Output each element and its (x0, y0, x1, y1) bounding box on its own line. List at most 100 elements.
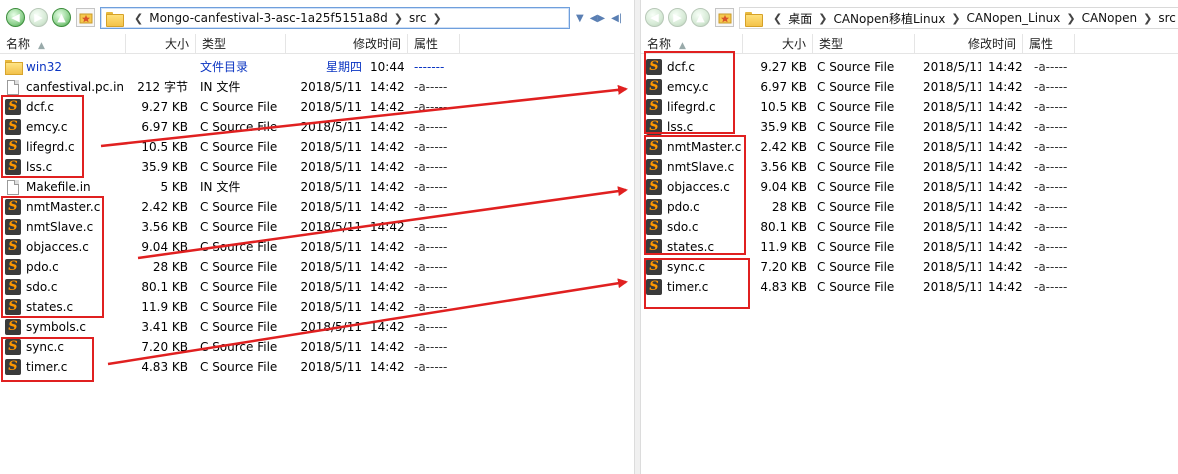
column-header-attributes[interactable]: 属性 (408, 34, 460, 54)
column-header-type[interactable]: 类型 (813, 34, 915, 54)
file-name-cell[interactable]: dcf.c (646, 57, 742, 77)
file-name-cell[interactable]: lss.c (646, 117, 742, 137)
back-button[interactable]: ◀ (645, 8, 664, 27)
file-row[interactable]: sync.c 7.20 KB C Source File 2018/5/11 14:42… (0, 337, 634, 357)
file-name-cell[interactable]: pdo.c (646, 197, 742, 217)
left-address-bar[interactable]: ❮ Mongo-canfestival-3-asc-1a25f5151a8d ❯… (100, 7, 570, 29)
file-row[interactable]: states.c 11.9 KB C Source File 2018/5/11 14:… (641, 237, 1178, 257)
column-header-type[interactable]: 类型 (196, 34, 286, 54)
file-name-cell[interactable]: lss.c (5, 157, 125, 177)
file-row[interactable]: canfestival.pc.in 212 字节 IN 文件 2018/5/11 14:… (0, 77, 634, 97)
pane-splitter[interactable] (634, 0, 641, 474)
file-row[interactable]: states.c 11.9 KB C Source File 2018/5/11 14:… (0, 297, 634, 317)
forward-button[interactable]: ▶ (668, 8, 687, 27)
file-name-cell[interactable]: sdo.c (646, 217, 742, 237)
file-row[interactable]: Makefile.in 5 KB IN 文件 2018/5/11 14:42 -a----… (0, 177, 634, 197)
swap-panes-icon[interactable]: ◀▶ (590, 13, 605, 24)
file-row[interactable]: pdo.c 28 KB C Source File 2018/5/11 14:42 -a-… (0, 257, 634, 277)
file-attributes: ------- (414, 60, 445, 74)
file-row[interactable]: dcf.c 9.27 KB C Source File 2018/5/11 14:42-… (641, 57, 1178, 77)
column-header-modified[interactable]: 修改时间 (915, 34, 1023, 54)
file-attributes: -a----- (414, 360, 448, 374)
column-header-name[interactable]: 名称 ▲ (641, 34, 743, 54)
column-header-modified[interactable]: 修改时间 (286, 34, 408, 54)
file-row[interactable]: objacces.c 9.04 KB C Source File 2018/5/11 1… (641, 177, 1178, 197)
modified-date: 2018/5/11 (923, 240, 981, 254)
column-header-attributes[interactable]: 属性 (1023, 34, 1075, 54)
file-name-cell[interactable]: symbols.c (5, 317, 125, 337)
file-row[interactable]: nmtMaster.c 2.42 KB C Source File 2018/5/11… (641, 137, 1178, 157)
breadcrumb-item[interactable]: 桌面 (788, 10, 812, 27)
file-name-cell[interactable]: lifegrd.c (646, 97, 742, 117)
breadcrumb-item[interactable]: src (1158, 11, 1176, 25)
file-name-cell[interactable]: states.c (646, 237, 742, 257)
file-size: 6.97 KB (141, 120, 188, 134)
file-row[interactable]: win32 文件目录 星期四 10:44 ------- (0, 57, 634, 77)
breadcrumb-item[interactable]: CANopen_Linux (967, 11, 1061, 25)
file-name-cell[interactable]: emcy.c (5, 117, 125, 137)
file-row[interactable]: emcy.c 6.97 KB C Source File 2018/5/11 14:42… (641, 77, 1178, 97)
file-name-cell[interactable]: lifegrd.c (5, 137, 125, 157)
right-address-bar[interactable]: ❮ 桌面 ❯ CANopen移植Linux ❯ CANopen_Linux ❯ … (739, 7, 1178, 29)
up-button[interactable]: ▲ (691, 8, 710, 27)
file-type: C Source File (817, 260, 895, 274)
file-name-cell[interactable]: objacces.c (646, 177, 742, 197)
file-row[interactable]: timer.c 4.83 KB C Source File 2018/5/11 14:4… (641, 277, 1178, 297)
file-row[interactable]: emcy.c 6.97 KB C Source File 2018/5/11 14:42… (0, 117, 634, 137)
file-name-cell[interactable]: Makefile.in (5, 177, 125, 197)
file-name-cell[interactable]: states.c (5, 297, 125, 317)
modified-date: 2018/5/11 (923, 160, 981, 174)
file-name-cell[interactable]: nmtSlave.c (646, 157, 742, 177)
file-name-cell[interactable]: timer.c (5, 357, 125, 377)
file-row[interactable]: lss.c 35.9 KB C Source File 2018/5/11 14:42-… (641, 117, 1178, 137)
column-header-size[interactable]: 大小 (126, 34, 196, 54)
file-name-cell[interactable]: sync.c (646, 257, 742, 277)
sync-pane-icon[interactable]: ◀| (611, 13, 622, 24)
breadcrumb-item[interactable]: CANopen移植Linux (833, 10, 945, 27)
file-row[interactable]: lifegrd.c 10.5 KB C Source File 2018/5/11 14… (0, 137, 634, 157)
breadcrumb-item[interactable]: src (409, 11, 427, 25)
file-row[interactable]: nmtSlave.c 3.56 KB C Source File 2018/5/11 1… (641, 157, 1178, 177)
file-name-cell[interactable]: nmtMaster.c (5, 197, 125, 217)
file-row[interactable]: dcf.c 9.27 KB C Source File 2018/5/11 14:42-… (0, 97, 634, 117)
favorites-button[interactable] (715, 8, 734, 27)
dropdown-arrow-icon[interactable]: ▼ (576, 13, 584, 24)
file-name: dcf.c (26, 100, 54, 114)
file-name-cell[interactable]: objacces.c (5, 237, 125, 257)
file-name-cell[interactable]: pdo.c (5, 257, 125, 277)
up-button[interactable]: ▲ (52, 8, 71, 27)
file-row[interactable]: lifegrd.c 10.5 KB C Source File 2018/5/11 14… (641, 97, 1178, 117)
file-name-cell[interactable]: sync.c (5, 337, 125, 357)
file-row[interactable]: symbols.c 3.41 KB C Source File 2018/5/11 14… (0, 317, 634, 337)
file-row[interactable]: objacces.c 9.04 KB C Source File 2018/5/11 1… (0, 237, 634, 257)
file-name-cell[interactable]: canfestival.pc.in (5, 77, 125, 97)
file-name-cell[interactable]: dcf.c (5, 97, 125, 117)
folder-icon (5, 60, 23, 75)
file-attributes: -a----- (414, 340, 448, 354)
favorites-button[interactable] (76, 8, 95, 27)
file-name-cell[interactable]: timer.c (646, 277, 742, 297)
file-name-cell[interactable]: sdo.c (5, 277, 125, 297)
back-button[interactable]: ◀ (6, 8, 25, 27)
file-name-cell[interactable]: emcy.c (646, 77, 742, 97)
forward-button[interactable]: ▶ (29, 8, 48, 27)
file-name-cell[interactable]: nmtMaster.c (646, 137, 742, 157)
file-row[interactable]: timer.c 4.83 KB C Source File 2018/5/11 14:4… (0, 357, 634, 377)
column-header-name[interactable]: 名称 ▲ (0, 34, 126, 54)
file-size: 4.83 KB (760, 280, 807, 294)
file-name-cell[interactable]: win32 (5, 57, 125, 77)
file-size: 35.9 KB (141, 160, 188, 174)
file-row[interactable]: lss.c 35.9 KB C Source File 2018/5/11 14:42-… (0, 157, 634, 177)
sublime-file-icon (646, 239, 662, 255)
file-row[interactable]: nmtSlave.c 3.56 KB C Source File 2018/5/11 1… (0, 217, 634, 237)
modified-time: 14:42 (370, 320, 405, 334)
breadcrumb-item[interactable]: Mongo-canfestival-3-asc-1a25f5151a8d (149, 11, 388, 25)
file-row[interactable]: sdo.c 80.1 KB C Source File 2018/5/11 14:42-… (641, 217, 1178, 237)
file-row[interactable]: pdo.c 28 KB C Source File 2018/5/11 14:42 -a-… (641, 197, 1178, 217)
file-name-cell[interactable]: nmtSlave.c (5, 217, 125, 237)
file-row[interactable]: sync.c 7.20 KB C Source File 2018/5/11 14:42… (641, 257, 1178, 277)
file-row[interactable]: sdo.c 80.1 KB C Source File 2018/5/11 14:42-… (0, 277, 634, 297)
breadcrumb-item[interactable]: CANopen (1082, 11, 1138, 25)
file-row[interactable]: nmtMaster.c 2.42 KB C Source File 2018/5/11… (0, 197, 634, 217)
column-header-size[interactable]: 大小 (743, 34, 813, 54)
